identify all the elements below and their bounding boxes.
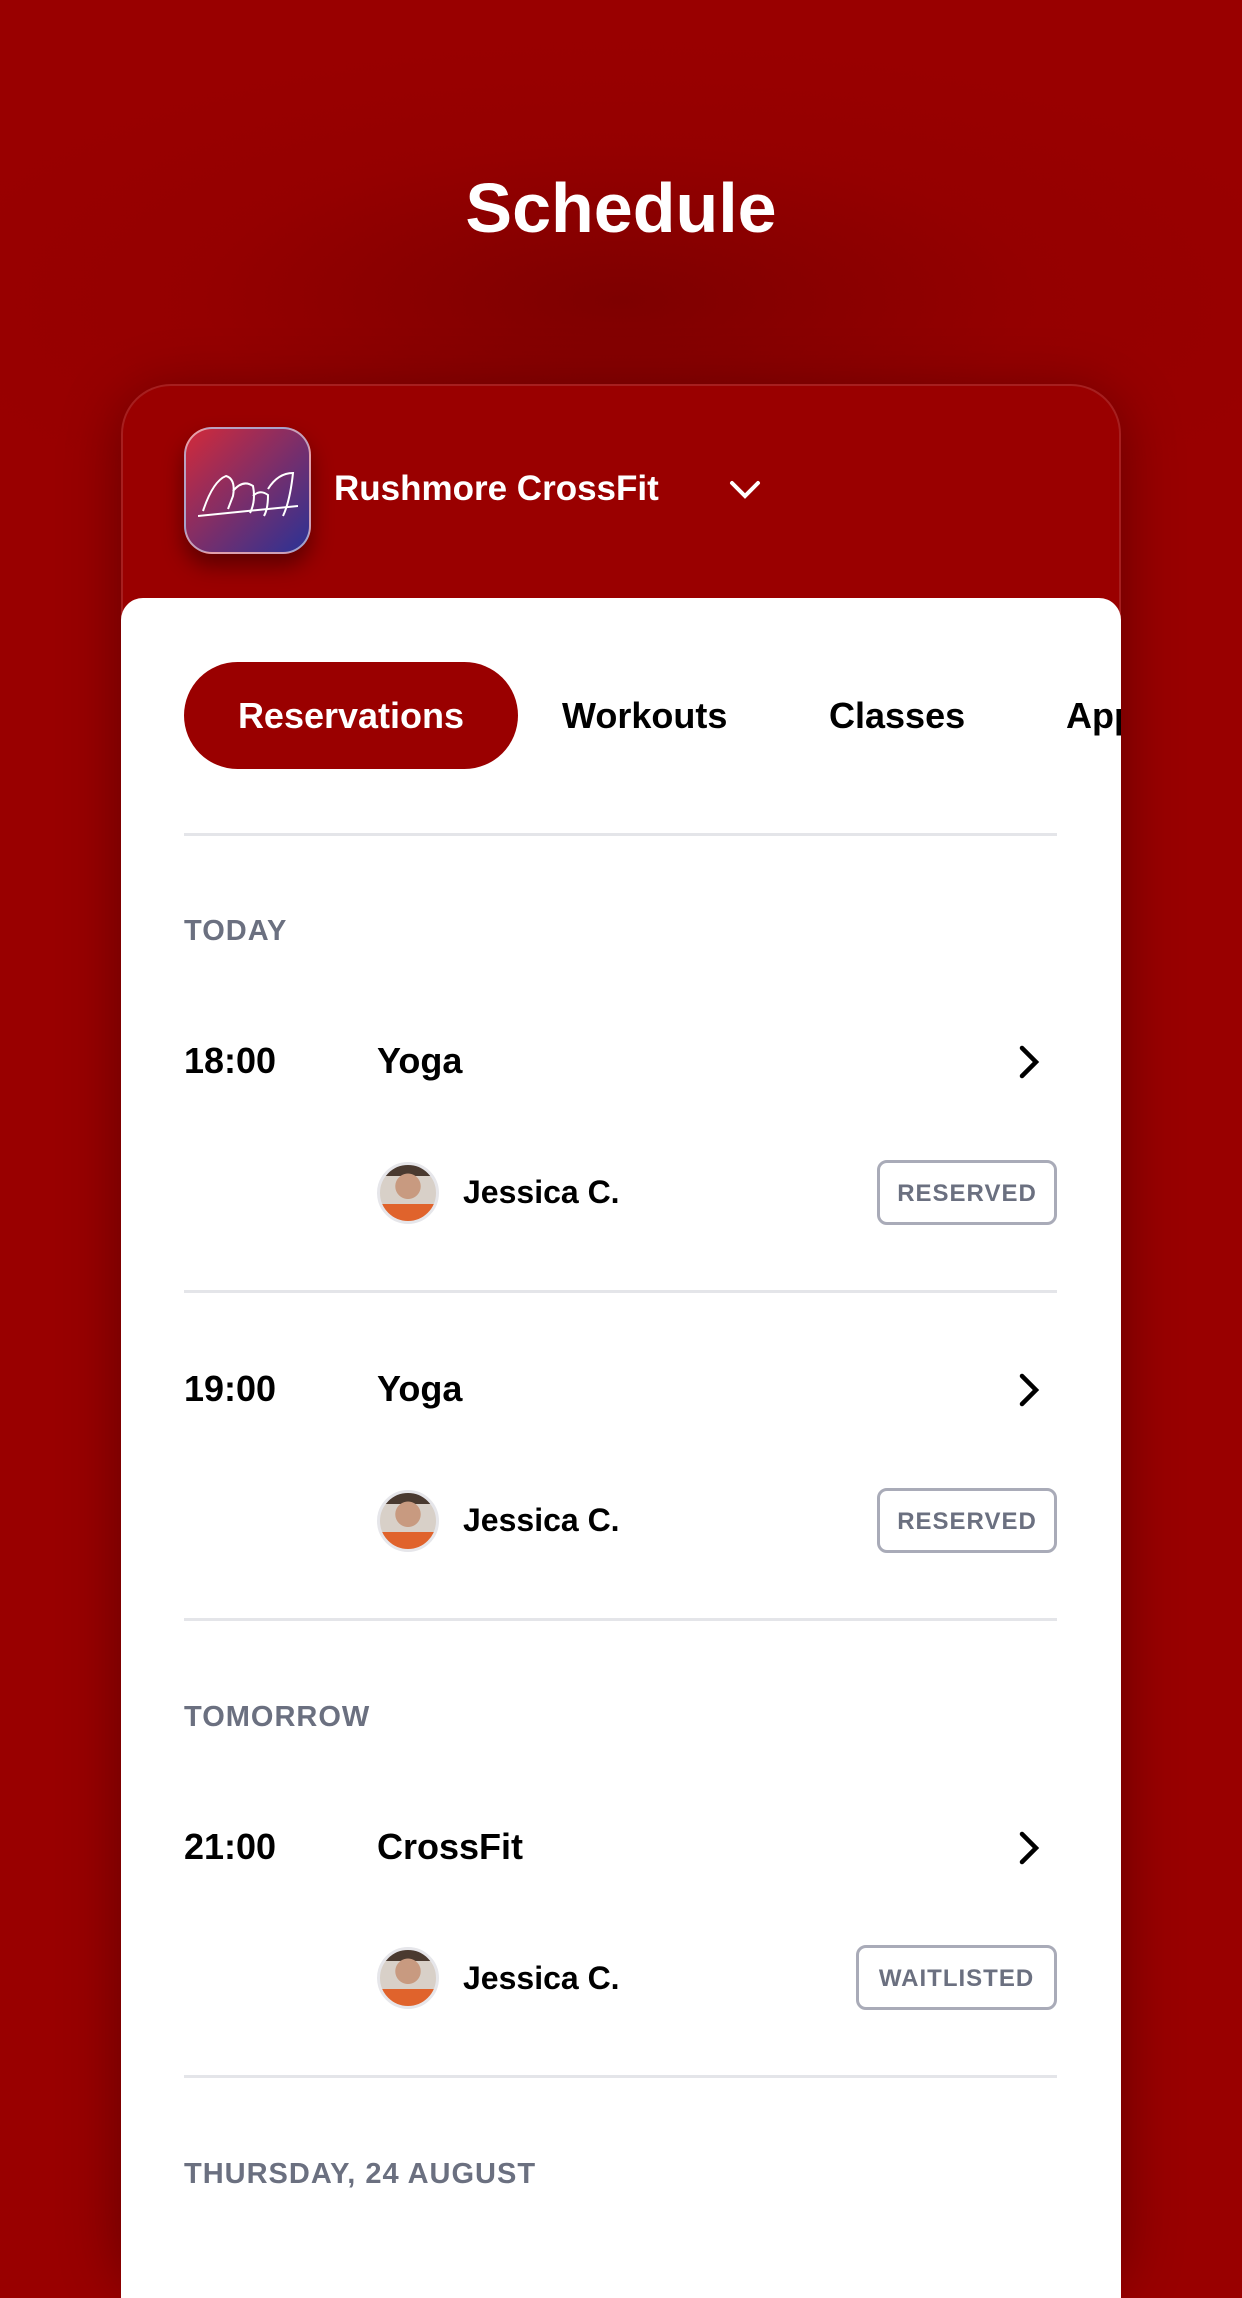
divider	[184, 833, 1057, 836]
class-name: CrossFit	[377, 1826, 524, 1867]
chevron-down-icon[interactable]	[728, 476, 762, 502]
status-badge: RESERVED	[877, 1160, 1057, 1225]
divider	[184, 1618, 1057, 1621]
status-badge: WAITLISTED	[856, 1945, 1057, 2010]
avatar	[377, 1490, 439, 1552]
mount-rushmore-logo-icon	[197, 471, 298, 517]
tab-reservations[interactable]: Reservations	[184, 662, 518, 769]
divider	[184, 2075, 1057, 2078]
gym-logo[interactable]	[184, 427, 311, 554]
tab-workouts[interactable]: Workouts	[562, 662, 727, 769]
coach-name: Jessica C.	[463, 1502, 620, 1538]
divider	[184, 1290, 1057, 1293]
avatar	[377, 1162, 439, 1224]
chevron-right-icon[interactable]	[1016, 1372, 1042, 1408]
status-badge: RESERVED	[877, 1488, 1057, 1553]
section-header-tomorrow: TOMORROW	[184, 1701, 371, 1733]
gym-name[interactable]: Rushmore CrossFit	[334, 469, 659, 509]
schedule-panel: Reservations Workouts Classes App TODAY …	[121, 598, 1121, 2298]
class-time: 18:00	[184, 1040, 277, 1081]
coach-name: Jessica C.	[463, 1174, 620, 1210]
chevron-right-icon[interactable]	[1016, 1044, 1042, 1080]
avatar	[377, 1947, 439, 2009]
section-header-today: TODAY	[184, 915, 288, 947]
tab-classes[interactable]: Classes	[829, 662, 965, 769]
tab-app[interactable]: App	[1066, 662, 1121, 769]
chevron-right-icon[interactable]	[1016, 1830, 1042, 1866]
page-title: Schedule	[465, 169, 777, 247]
section-header-thursday: THURSDAY, 24 AUGUST	[184, 2158, 537, 2190]
class-name: Yoga	[377, 1368, 463, 1409]
class-time: 19:00	[184, 1368, 277, 1409]
coach-name: Jessica C.	[463, 1960, 620, 1996]
class-name: Yoga	[377, 1040, 463, 1081]
class-time: 21:00	[184, 1826, 277, 1867]
